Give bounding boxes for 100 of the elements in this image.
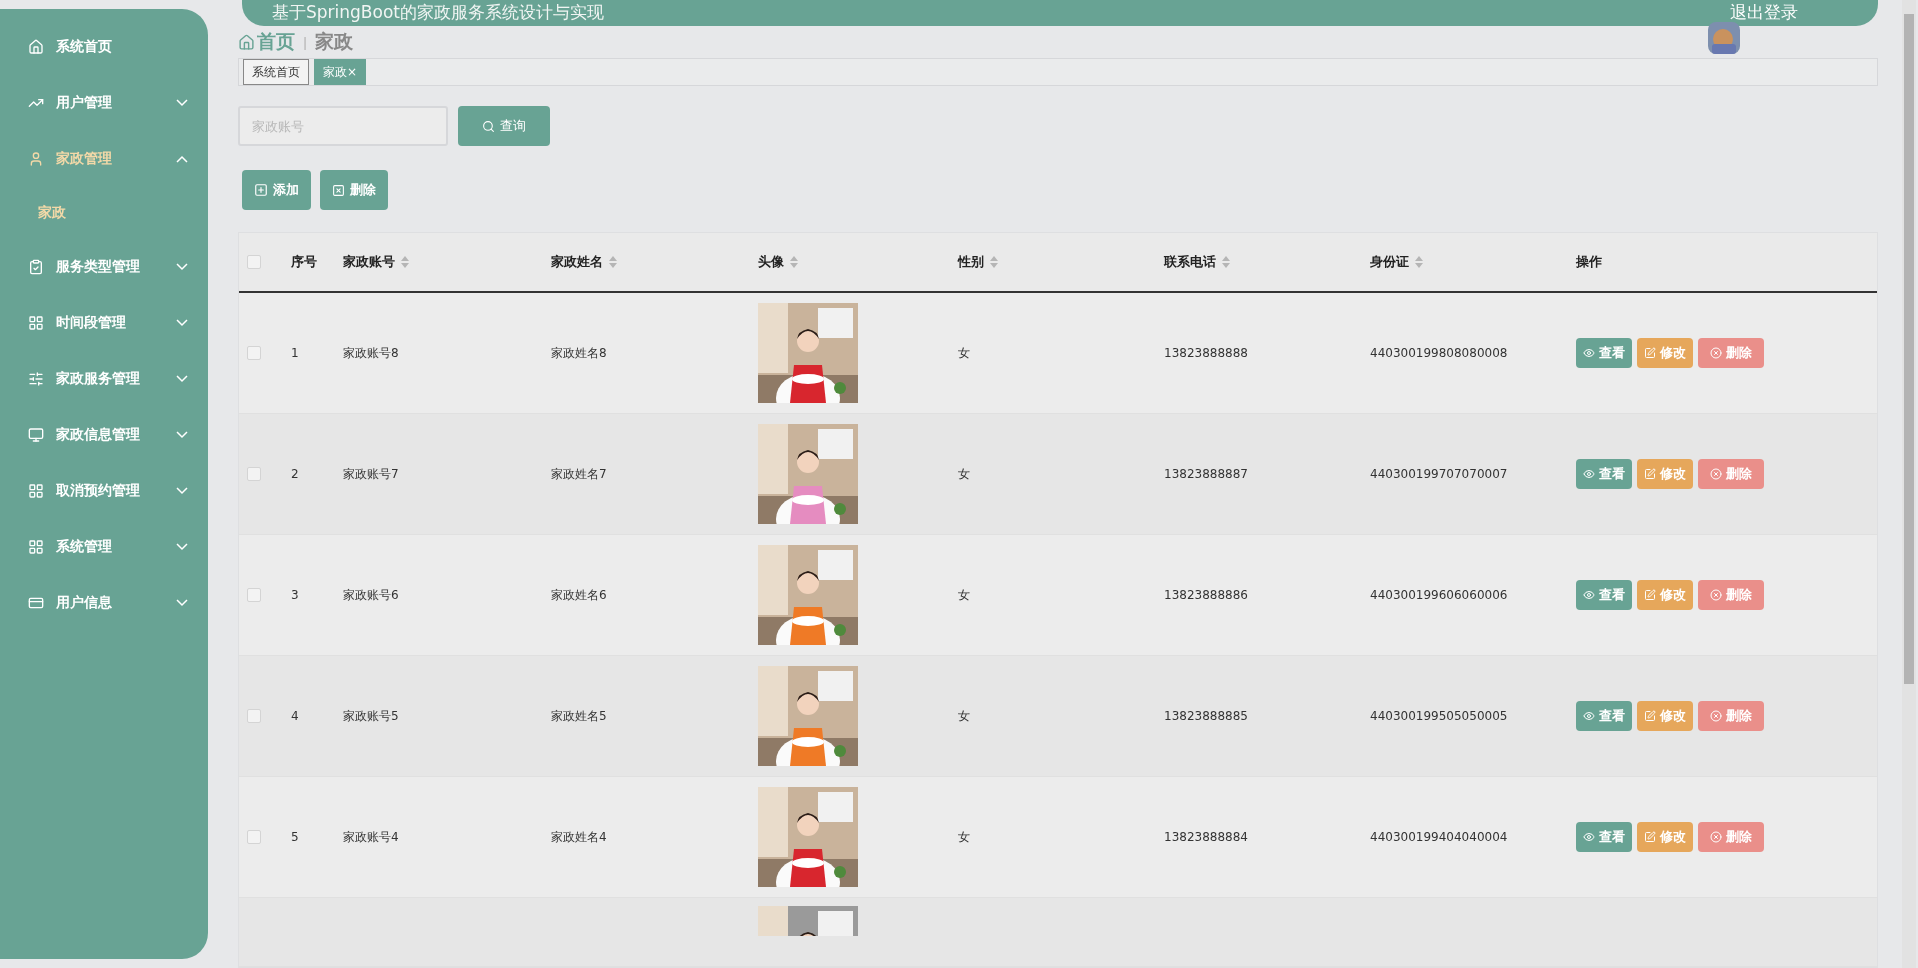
pencil-icon bbox=[1644, 347, 1656, 359]
view-button[interactable]: 查看 bbox=[1576, 459, 1632, 489]
close-icon bbox=[1710, 589, 1722, 601]
table-cell: 家政姓名4 bbox=[551, 828, 607, 846]
logout-link[interactable]: 退出登录 bbox=[1730, 1, 1798, 26]
edit-button[interactable]: 修改 bbox=[1637, 459, 1693, 489]
edit-button[interactable]: 修改 bbox=[1637, 701, 1693, 731]
view-button[interactable]: 查看 bbox=[1576, 338, 1632, 368]
sort-icon[interactable] bbox=[1415, 256, 1423, 268]
sort-icon[interactable] bbox=[790, 256, 798, 268]
view-button[interactable]: 查看 bbox=[1576, 701, 1632, 731]
menu-label: 家政管理 bbox=[56, 150, 113, 168]
sidebar-item[interactable]: 家政服务管理 bbox=[0, 351, 208, 407]
home-icon bbox=[238, 33, 255, 51]
page-tab[interactable]: 家政× bbox=[314, 59, 367, 85]
menu-label: 用户管理 bbox=[56, 94, 113, 112]
delete-button[interactable]: 删除 bbox=[1698, 701, 1764, 731]
breadcrumb-home-link[interactable]: 首页 bbox=[238, 29, 295, 55]
sidebar-item[interactable]: 系统管理 bbox=[0, 519, 208, 575]
menu-label: 系统管理 bbox=[56, 538, 113, 556]
table-cell: 5 bbox=[291, 830, 299, 844]
sort-icon[interactable] bbox=[1222, 256, 1230, 268]
sidebar-item[interactable]: 时间段管理 bbox=[0, 295, 208, 351]
column-header: 联系电话 bbox=[1164, 253, 1216, 271]
row-checkbox[interactable] bbox=[247, 830, 261, 844]
sort-icon[interactable] bbox=[609, 256, 617, 268]
close-icon bbox=[1710, 831, 1722, 843]
table-cell: 家政账号6 bbox=[343, 586, 399, 604]
table-cell: 3 bbox=[291, 588, 299, 602]
delete-button[interactable]: 删除 bbox=[1698, 459, 1764, 489]
table-cell: 家政姓名5 bbox=[551, 707, 607, 725]
search-button[interactable]: 查询 bbox=[458, 106, 550, 146]
grid-icon bbox=[28, 315, 44, 331]
sort-icon[interactable] bbox=[401, 256, 409, 268]
plus-icon bbox=[254, 183, 268, 197]
sidebar-item[interactable]: 家政信息管理 bbox=[0, 407, 208, 463]
monitor-icon bbox=[28, 427, 44, 443]
sidebar-item[interactable]: 用户管理 bbox=[0, 75, 208, 131]
view-button[interactable]: 查看 bbox=[1576, 580, 1632, 610]
table-cell: 440300199404040004 bbox=[1370, 830, 1508, 844]
row-checkbox[interactable] bbox=[247, 588, 261, 602]
table-cell: 2 bbox=[291, 467, 299, 481]
menu-label: 系统首页 bbox=[56, 38, 113, 56]
close-icon bbox=[1710, 710, 1722, 722]
delete-button[interactable]: 删除 bbox=[320, 170, 388, 210]
grid-icon bbox=[28, 539, 44, 555]
edit-button[interactable]: 修改 bbox=[1637, 822, 1693, 852]
sort-icon[interactable] bbox=[990, 256, 998, 268]
column-header: 家政账号 bbox=[343, 253, 395, 271]
row-checkbox[interactable] bbox=[247, 467, 261, 481]
close-icon bbox=[1710, 468, 1722, 480]
avatar-icon[interactable] bbox=[1708, 22, 1740, 54]
breadcrumb-current: 家政 bbox=[315, 29, 354, 54]
select-all-checkbox[interactable] bbox=[247, 255, 261, 269]
sliders-icon bbox=[28, 371, 44, 387]
table-cell: 家政账号4 bbox=[343, 828, 399, 846]
sidebar-item[interactable]: 用户信息 bbox=[0, 575, 208, 631]
table-cell: 女 bbox=[958, 344, 970, 362]
eye-icon bbox=[1583, 831, 1595, 843]
page-tab[interactable]: 系统首页 bbox=[243, 59, 309, 85]
table-cell: 家政账号7 bbox=[343, 465, 399, 483]
close-icon bbox=[332, 183, 345, 197]
view-button[interactable]: 查看 bbox=[1576, 822, 1632, 852]
edit-button[interactable]: 修改 bbox=[1637, 580, 1693, 610]
row-checkbox[interactable] bbox=[247, 709, 261, 723]
submenu-item[interactable]: 家政 bbox=[0, 187, 208, 239]
pencil-icon bbox=[1644, 589, 1656, 601]
table-cell: 440300199808080008 bbox=[1370, 346, 1508, 360]
delete-button[interactable]: 删除 bbox=[1698, 338, 1764, 368]
close-icon bbox=[1710, 347, 1722, 359]
table-cell: 4 bbox=[291, 709, 299, 723]
table-cell: 女 bbox=[958, 465, 970, 483]
table-cell: 13823888884 bbox=[1164, 830, 1248, 844]
column-header: 性别 bbox=[958, 253, 984, 271]
delete-button[interactable]: 删除 bbox=[1698, 822, 1764, 852]
edit-button[interactable]: 修改 bbox=[1637, 338, 1693, 368]
sidebar-item[interactable]: 家政管理 bbox=[0, 131, 208, 187]
column-header: 头像 bbox=[758, 253, 784, 271]
sidebar-item[interactable]: 系统首页 bbox=[0, 19, 208, 75]
sidebar-item[interactable]: 取消预约管理 bbox=[0, 463, 208, 519]
delete-button[interactable]: 删除 bbox=[1698, 580, 1764, 610]
sidebar-item[interactable]: 服务类型管理 bbox=[0, 239, 208, 295]
grid-icon bbox=[28, 483, 44, 499]
menu-label: 取消预约管理 bbox=[56, 482, 141, 500]
table-cell: 13823888888 bbox=[1164, 346, 1248, 360]
row-checkbox[interactable] bbox=[247, 346, 261, 360]
table-cell: 女 bbox=[958, 828, 970, 846]
scrollbar[interactable] bbox=[1902, 0, 1916, 968]
table-cell: 家政姓名6 bbox=[551, 586, 607, 604]
column-header: 家政姓名 bbox=[551, 253, 603, 271]
table-cell: 家政账号8 bbox=[343, 344, 399, 362]
table-cell: 家政姓名8 bbox=[551, 344, 607, 362]
table-cell: 1 bbox=[291, 346, 299, 360]
eye-icon bbox=[1583, 347, 1595, 359]
menu-label: 用户信息 bbox=[56, 594, 113, 612]
pencil-icon bbox=[1644, 710, 1656, 722]
column-header: 操作 bbox=[1576, 253, 1602, 271]
home-icon bbox=[28, 39, 44, 55]
add-button[interactable]: 添加 bbox=[242, 170, 311, 210]
app-title: 基于SpringBoot的家政服务系统设计与实现 bbox=[272, 1, 605, 24]
